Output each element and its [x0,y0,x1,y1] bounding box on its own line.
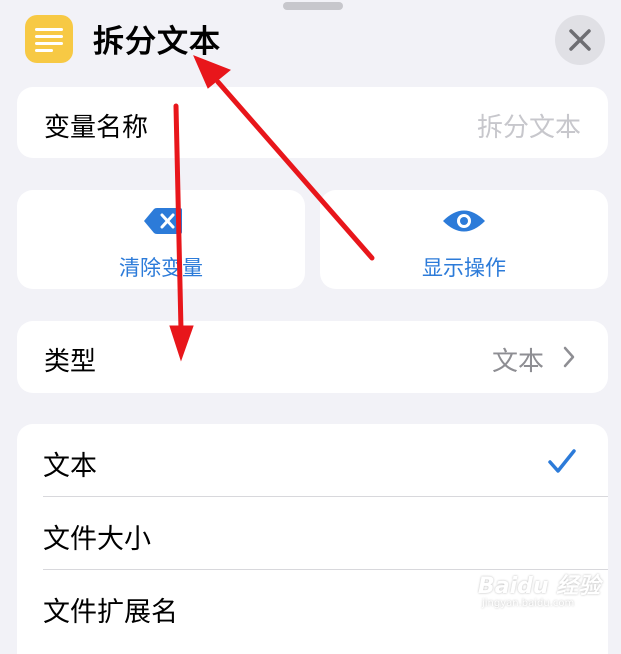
watermark-url: jingyan.baidu.com [482,598,575,609]
annotation-arrows [169,55,375,362]
watermark-logo: Baidu 经验 [478,574,601,599]
annotation-arrow [169,103,194,362]
annotation-arrow [193,55,375,261]
